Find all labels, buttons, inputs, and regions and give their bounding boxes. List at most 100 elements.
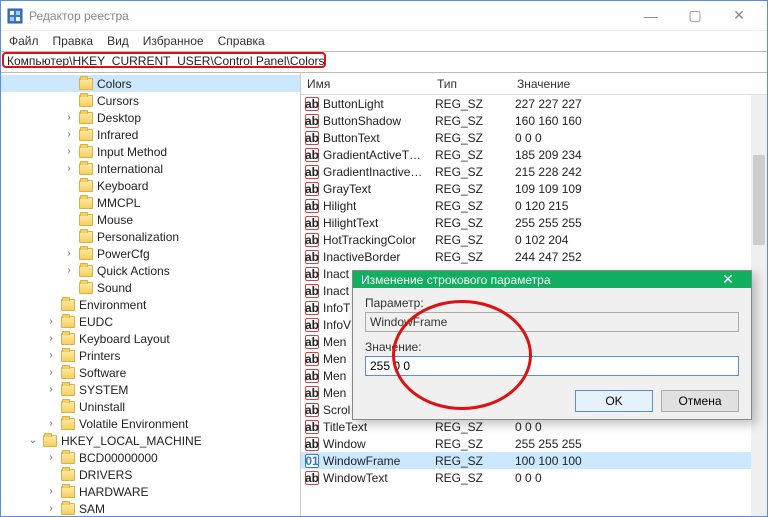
tree-item[interactable]: DRIVERS [1,466,300,483]
value-icon: ab [305,420,319,434]
tree-item[interactable]: Personalization [1,228,300,245]
expander-icon[interactable]: › [45,316,57,327]
tree-item[interactable]: › SYSTEM [1,381,300,398]
tree-item[interactable]: ›EUDC [1,313,300,330]
tree-item[interactable]: ›Quick Actions [1,262,300,279]
tree-item[interactable]: ›HARDWARE [1,483,300,500]
expander-icon[interactable]: › [45,367,57,378]
tree-item[interactable]: Colors [1,75,300,92]
list-row[interactable]: abGrayTextREG_SZ109 109 109 [301,180,767,197]
expander-icon[interactable]: › [45,503,57,514]
tree-item[interactable]: MMCPL [1,194,300,211]
tree-item[interactable]: Environment [1,296,300,313]
tree-item[interactable]: ›BCD00000000 [1,449,300,466]
tree-item[interactable]: Mouse [1,211,300,228]
folder-icon [79,180,93,192]
value-data: 0 0 0 [515,471,763,485]
expander-icon[interactable]: › [45,418,57,429]
expander-icon[interactable]: › [63,163,75,174]
value-icon: ab [305,471,319,485]
tree-item[interactable]: ⌄ HKEY_LOCAL_MACHINE [1,432,300,449]
value-name: WindowFrame [323,454,435,468]
tree-item[interactable]: ›PowerCfg [1,245,300,262]
tree-item[interactable]: ›Printers [1,347,300,364]
expander-icon[interactable]: › [45,384,57,395]
list-row[interactable]: 01WindowFrameREG_SZ100 100 100 [301,452,767,469]
tree-item[interactable]: ›Volatile Environment [1,415,300,432]
list-row[interactable]: abGradientActiveT…REG_SZ185 209 234 [301,146,767,163]
expander-icon[interactable]: › [63,112,75,123]
tree-item-label: SAM [79,502,105,516]
expander-icon[interactable]: ⌄ [27,435,39,446]
tree-item[interactable]: › SAM [1,500,300,516]
tree-item[interactable]: ›International [1,160,300,177]
value-icon: ab [305,182,319,196]
folder-icon [61,350,75,362]
list-row[interactable]: abGradientInactive…REG_SZ215 228 242 [301,163,767,180]
menu-view[interactable]: Вид [107,34,129,48]
dialog-close-button[interactable]: ✕ [713,271,743,288]
menubar: Файл Правка Вид Избранное Справка [1,31,767,51]
expander-icon[interactable]: › [63,129,75,140]
window-title: Редактор реестра [29,9,629,23]
tree-item[interactable]: Keyboard [1,177,300,194]
tree-item-label: HKEY_LOCAL_MACHINE [61,434,202,448]
list-row[interactable]: abButtonTextREG_SZ0 0 0 [301,129,767,146]
expander-icon[interactable]: › [45,486,57,497]
minimize-button[interactable]: — [629,2,673,30]
value-icon: ab [305,335,319,349]
expander-icon[interactable]: › [63,146,75,157]
ok-button[interactable]: OK [575,390,653,412]
cancel-button[interactable]: Отмена [661,390,739,412]
address-bar[interactable]: Компьютер\HKEY_CURRENT_USER\Control Pane… [1,51,767,73]
tree-item-label: SYSTEM [79,383,128,397]
expander-icon[interactable]: › [45,333,57,344]
tree-item[interactable]: ›Infrared [1,126,300,143]
list-row[interactable]: abHilightREG_SZ0 120 215 [301,197,767,214]
maximize-button[interactable]: ▢ [673,2,717,30]
tree-item[interactable]: ›Input Method [1,143,300,160]
value-data: 0 0 0 [515,131,763,145]
col-header-name[interactable]: Имя [301,77,431,91]
vertical-scrollbar[interactable] [751,95,767,516]
menu-help[interactable]: Справка [218,34,265,48]
value-icon: ab [305,386,319,400]
tree-item[interactable]: ›Software [1,364,300,381]
value-name: InactiveBorder [323,250,435,264]
value-data: 215 228 242 [515,165,763,179]
tree-item-label: Desktop [97,111,141,125]
list-row[interactable]: abInactiveBorderREG_SZ244 247 252 [301,248,767,265]
tree-item[interactable]: Uninstall [1,398,300,415]
list-row[interactable]: abButtonLightREG_SZ227 227 227 [301,95,767,112]
tree-view[interactable]: ColorsCursors › Desktop›Infrared›Input Met… [1,73,301,516]
folder-icon [61,384,75,396]
tree-item-label: Keyboard Layout [79,332,170,346]
tree-item[interactable]: Cursors [1,92,300,109]
scrollbar-thumb[interactable] [753,155,765,245]
expander-icon[interactable]: › [63,265,75,276]
expander-icon[interactable]: › [45,452,57,463]
value-name: Hilight [323,199,435,213]
close-button[interactable]: ✕ [717,2,761,30]
menu-edit[interactable]: Правка [53,34,94,48]
menu-favorites[interactable]: Избранное [143,34,204,48]
list-row[interactable]: abWindowTextREG_SZ0 0 0 [301,469,767,486]
tree-item[interactable]: › Keyboard Layout [1,330,300,347]
value-icon: ab [305,267,319,281]
expander-icon[interactable]: › [45,350,57,361]
list-row[interactable]: abHilightTextREG_SZ255 255 255 [301,214,767,231]
value-icon: ab [305,216,319,230]
menu-file[interactable]: Файл [9,34,39,48]
col-header-value[interactable]: Значение [511,77,767,91]
value-input[interactable] [365,356,739,376]
folder-icon [61,316,75,328]
tree-item[interactable]: › Desktop [1,109,300,126]
tree-item[interactable]: Sound [1,279,300,296]
value-icon: ab [305,250,319,264]
expander-icon[interactable]: › [63,248,75,259]
list-row[interactable]: abHotTrackingColorREG_SZ0 102 204 [301,231,767,248]
list-row[interactable]: abButtonShadowREG_SZ160 160 160 [301,112,767,129]
list-row[interactable]: abWindowREG_SZ255 255 255 [301,435,767,452]
tree-item-label: DRIVERS [79,468,132,482]
col-header-type[interactable]: Тип [431,77,511,91]
